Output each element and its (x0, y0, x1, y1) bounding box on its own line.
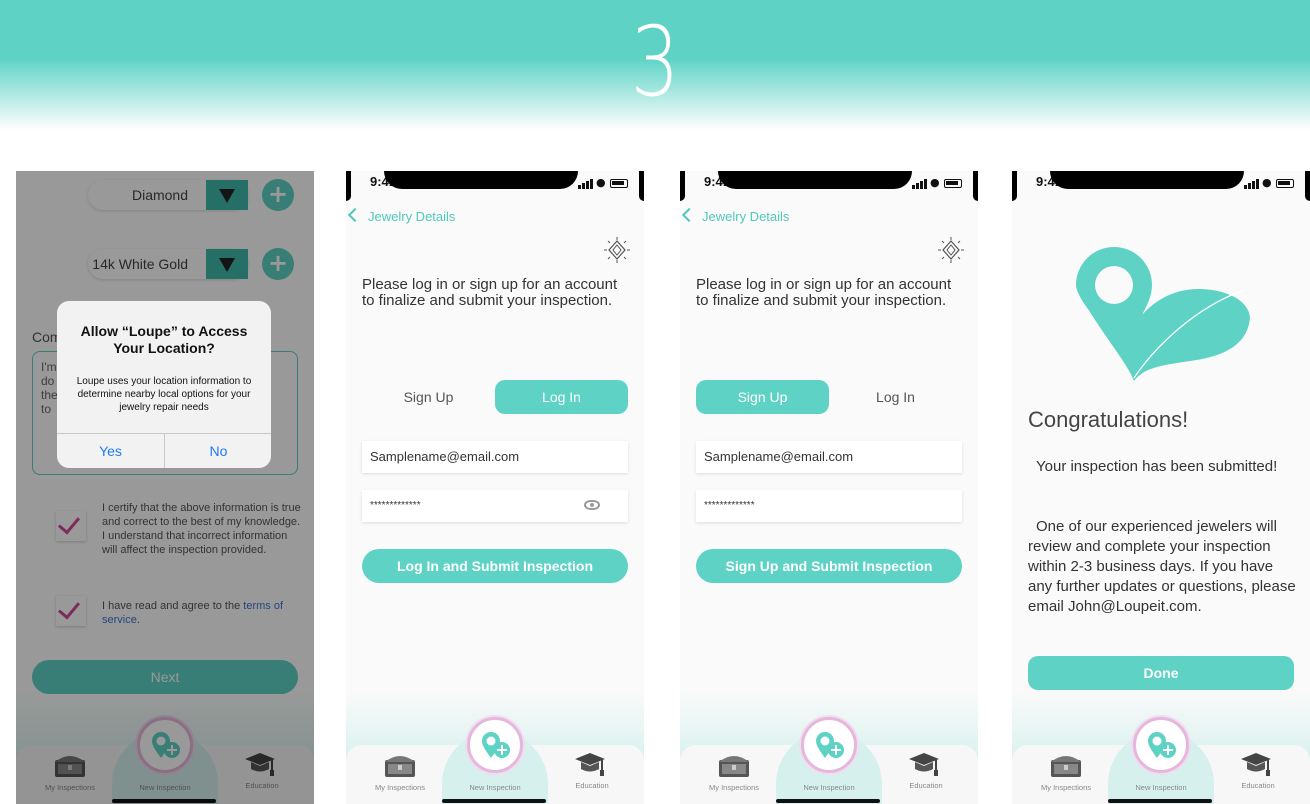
status-bar: 9:41 ● (680, 171, 978, 201)
tab-my-inspections[interactable]: My Inspections (360, 783, 440, 792)
battery-icon (610, 179, 628, 188)
login-intro-text: Please log in or sign up for an account … (362, 276, 618, 309)
tab-my-inspections[interactable]: My Inspections (694, 783, 774, 792)
new-inspection-fab[interactable] (1133, 717, 1189, 773)
treasure-chest-icon[interactable] (718, 754, 750, 778)
location-permission-alert: Allow “Loupe” to Access Your Location? L… (57, 301, 271, 468)
new-inspection-fab[interactable] (801, 717, 857, 773)
auth-segmented-control: Sign Up Log In (696, 380, 962, 414)
auth-segmented-control: Sign Up Log In (362, 380, 628, 414)
back-label: Jewelry Details (368, 209, 456, 224)
login-submit-button[interactable]: Log In and Submit Inspection (362, 549, 628, 583)
review-message: One of our experienced jewelers will rev… (1028, 518, 1296, 615)
password-value: ************* (370, 500, 421, 511)
chevron-left-icon (347, 207, 363, 223)
tab-my-inspections[interactable]: My Inspections (1026, 783, 1106, 792)
alert-title: Allow “Loupe” to Access Your Location? (80, 323, 248, 356)
tab-education[interactable]: Education (552, 781, 632, 790)
notch (1050, 171, 1244, 189)
tab-new-inspection[interactable]: New Inspection (455, 783, 535, 792)
status-bar: 9:41 ● (346, 171, 644, 201)
email-field[interactable]: Samplename@email.com (696, 441, 962, 473)
step-number: 3 (630, 6, 680, 118)
pin-plus-icon (482, 732, 510, 758)
home-indicator (442, 799, 546, 803)
pin-plus-icon (816, 732, 844, 758)
done-button[interactable]: Done (1028, 656, 1294, 690)
battery-icon (1276, 179, 1294, 188)
header-banner: 3 (0, 0, 1310, 130)
alert-no-button[interactable]: No (165, 434, 271, 468)
wifi-icon: ● (930, 176, 940, 189)
diamond-icon[interactable] (604, 237, 630, 263)
modal-overlay (16, 171, 314, 804)
loupe-logo-icon (1076, 247, 1250, 381)
congratulations-heading: Congratulations! (1028, 407, 1189, 432)
system-icons: ● (578, 177, 628, 189)
treasure-chest-icon[interactable] (1050, 754, 1082, 778)
alert-yes-button[interactable]: Yes (57, 434, 164, 468)
signup-submit-button[interactable]: Sign Up and Submit Inspection (696, 549, 962, 583)
notch (718, 171, 912, 189)
tab-log-in[interactable]: Log In (829, 380, 962, 414)
wifi-icon: ● (596, 176, 606, 189)
back-button[interactable]: Jewelry Details (681, 207, 790, 224)
new-inspection-fab[interactable] (467, 717, 523, 773)
tab-sign-up[interactable]: Sign Up (362, 380, 495, 414)
diamond-icon[interactable] (938, 237, 964, 263)
tab-education[interactable]: Education (1218, 781, 1298, 790)
password-field[interactable]: ************* (696, 490, 962, 522)
alert-body: Loupe uses your location information to … (76, 376, 252, 413)
home-indicator (1108, 799, 1212, 803)
tab-sign-up[interactable]: Sign Up (696, 380, 829, 414)
battery-icon (944, 179, 962, 188)
eye-icon[interactable] (584, 500, 600, 510)
system-icons: ● (912, 177, 962, 189)
email-field[interactable]: Samplename@email.com (362, 441, 628, 473)
submitted-message: Your inspection has been submitted! (1036, 458, 1278, 475)
phone-screen-login: 9:41 ● Jewelry Details Please log in or … (346, 171, 644, 804)
treasure-chest-icon[interactable] (384, 754, 416, 778)
back-button[interactable]: Jewelry Details (347, 207, 456, 224)
password-value: ************* (704, 500, 755, 511)
tab-log-in[interactable]: Log In (495, 380, 628, 414)
chevron-left-icon (681, 207, 697, 223)
graduation-cap-icon[interactable] (908, 751, 940, 777)
tab-new-inspection[interactable]: New Inspection (789, 783, 869, 792)
password-field[interactable]: ************* (362, 490, 628, 522)
tab-new-inspection[interactable]: New Inspection (1121, 783, 1201, 792)
wifi-icon: ● (1262, 176, 1272, 189)
system-icons: ● (1244, 177, 1294, 189)
status-bar: 9:41 ● (1012, 171, 1310, 201)
graduation-cap-icon[interactable] (574, 751, 606, 777)
tab-education[interactable]: Education (886, 781, 966, 790)
phone-screen-signup: 9:41 ● Jewelry Details Please log in or … (680, 171, 978, 804)
phone-screen-location-permission: Diamond + 14k White Gold + Com I'm do th… (16, 171, 314, 804)
home-indicator (776, 799, 880, 803)
notch (384, 171, 578, 189)
back-label: Jewelry Details (702, 209, 790, 224)
graduation-cap-icon[interactable] (1240, 751, 1272, 777)
signup-intro-text: Please log in or sign up for an account … (696, 276, 952, 309)
phone-screen-confirmation: 9:41 ● Congratulations! Your inspection … (1012, 171, 1310, 804)
pin-plus-icon (1148, 732, 1176, 758)
